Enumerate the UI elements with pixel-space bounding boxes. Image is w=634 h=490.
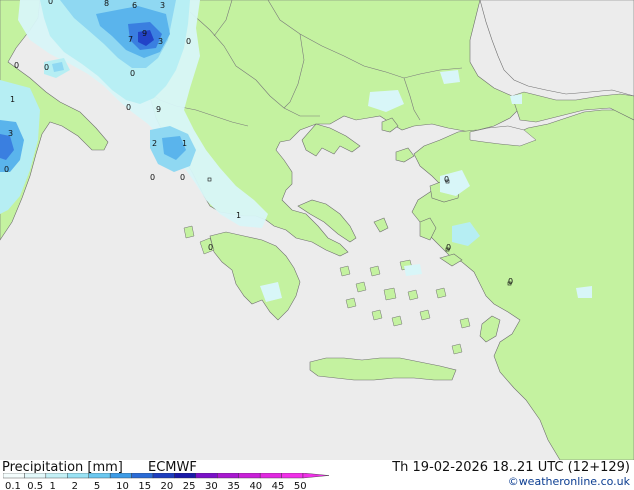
precip-value-label: 1: [10, 95, 15, 104]
legend-swatch: [88, 473, 111, 479]
legend-tick-label: 15: [138, 481, 151, 490]
legend-tick-label: 5: [94, 481, 100, 490]
legend-tick-label: 1: [49, 481, 55, 490]
precip-value-label: 6: [132, 1, 137, 10]
legend-tick-label: 50: [294, 481, 307, 490]
precip-value-label: 0: [446, 243, 451, 252]
legend-swatch: [67, 473, 89, 479]
precip-value-label: 0: [4, 165, 9, 174]
precip-value-label: 0: [444, 175, 449, 184]
precip-value-label: 1: [236, 211, 241, 220]
legend-swatch: [109, 473, 132, 479]
precip-value-label: 3: [160, 1, 165, 10]
legend-footer: Precipitation [mm] ECMWF Th 19-02-2026 1…: [0, 460, 634, 490]
weather-map-panel: 0863739000013009210010000 Precipitation …: [0, 0, 634, 490]
legend-arrow: [302, 473, 330, 479]
precip-value-label: 1: [182, 139, 187, 148]
legend-swatch: [281, 473, 304, 479]
legend-tick-label: 30: [205, 481, 218, 490]
legend-swatch: [195, 473, 218, 479]
legend-tick-label: 0.5: [27, 481, 43, 490]
precip-value-label: 3: [8, 129, 13, 138]
precip-value-label: 2: [152, 139, 157, 148]
precip-value-label: 9: [156, 105, 161, 114]
valid-time: Th 19-02-2026 18..21 UTC (12+129): [392, 460, 630, 475]
legend-swatch: [24, 473, 47, 479]
precip-cell-j: [576, 286, 592, 298]
precip-value-label: 0: [130, 69, 135, 78]
legend-swatch: [45, 473, 68, 479]
legend-tick-label: 40: [249, 481, 262, 490]
precip-value-label: 0: [180, 173, 185, 182]
legend-tick-label: 45: [272, 481, 285, 490]
precip-value-label: 7: [128, 35, 133, 44]
precip-value-label: 0: [126, 103, 131, 112]
legend-swatch: [174, 473, 197, 479]
precip-value-label: 3: [158, 37, 163, 46]
legend-tick-label: 35: [227, 481, 240, 490]
precip-cell-g: [404, 264, 422, 276]
precipitation-map: 0 8 6 3 7 3 9 0 0 0 0 1 3 0 0 9 2 1 0 0 1 0 0 0 0: [0, 0, 634, 460]
legend-swatch: [3, 473, 25, 479]
legend-swatch: [217, 473, 239, 479]
legend-tick-label: 0.1: [5, 481, 21, 490]
precip-value-label: 0: [208, 243, 213, 252]
precip-value-label: 0: [14, 61, 19, 70]
precip-value-label: 0: [44, 63, 49, 72]
precip-value-label: 0: [508, 277, 513, 286]
legend-swatch: [238, 473, 261, 479]
legend-tick-label: 20: [161, 481, 174, 490]
precip-value-label: 0: [150, 173, 155, 182]
precip-value-label: 0: [48, 0, 53, 6]
color-scale-legend: 0.1 0.5 1 2 5 10 15 20 25 30 35 40 45 50: [3, 473, 330, 490]
precip-value-label: 9: [142, 29, 147, 38]
legend-swatch: [152, 473, 175, 479]
legend-tick-label: 25: [183, 481, 196, 490]
legend-swatch: [259, 473, 282, 479]
legend-tick-label: 10: [116, 481, 129, 490]
legend-tick-label: 2: [72, 481, 78, 490]
credit-link[interactable]: ©weatheronline.co.uk: [508, 475, 630, 489]
legend-swatch: [131, 473, 154, 479]
precip-value-label: 0: [186, 37, 191, 46]
precip-value-label: 8: [104, 0, 109, 8]
